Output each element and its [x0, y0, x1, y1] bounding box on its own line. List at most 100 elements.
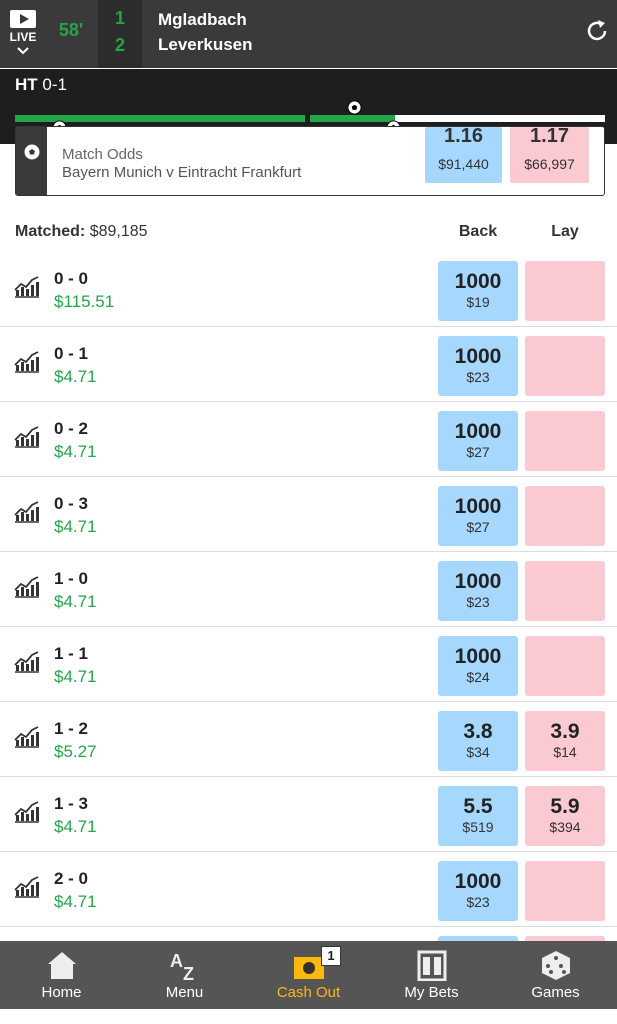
live-button[interactable]: LIVE — [8, 8, 38, 60]
runner-profit: $4.71 — [54, 817, 97, 836]
lay-price-button[interactable] — [525, 411, 605, 471]
second-half-elapsed-bar — [310, 115, 395, 122]
second-half-remaining-bar — [395, 115, 605, 122]
lay-price-button[interactable]: 3.9 $14 — [525, 711, 605, 771]
runner-row[interactable]: 0 - 3 $4.71 1000 $27 — [0, 477, 617, 552]
lay-volume: $66,997 — [524, 156, 575, 172]
event-name: Bayern Munich v Eintracht Frankfurt — [62, 164, 302, 181]
back-price-button[interactable]: 5.5 $519 — [438, 786, 518, 846]
nav-menu-label: Menu — [165, 984, 204, 1001]
chart-icon[interactable] — [14, 574, 40, 598]
svg-text:A: A — [170, 951, 183, 971]
runner-row[interactable]: 0 - 2 $4.71 1000 $27 — [0, 402, 617, 477]
back-volume: $19 — [466, 294, 490, 310]
lay-price-button[interactable] — [525, 561, 605, 621]
live-label: LIVE — [9, 30, 37, 44]
home-score: 1 — [114, 8, 125, 28]
nav-mybets-label: My Bets — [404, 984, 459, 1001]
nav-games[interactable]: Games — [494, 941, 617, 1009]
back-odds: 1000 — [454, 870, 502, 893]
runner-profit: $4.71 — [54, 367, 97, 386]
runner-row[interactable]: 0 - 0 $115.51 1000 $19 — [0, 252, 617, 327]
runner-profit: $4.71 — [54, 442, 97, 461]
back-odds: 3.8 — [463, 720, 493, 743]
runner-profit: $5.27 — [54, 742, 97, 761]
nav-cashout[interactable]: 1 Cash Out — [247, 941, 370, 1009]
runner-name: 1 - 2 — [54, 719, 89, 738]
back-odds: 1000 — [454, 645, 502, 668]
event-market-name: Match Odds — [62, 146, 143, 163]
matched-amount: Matched: $89,185 — [15, 223, 148, 240]
nav-mybets[interactable]: My Bets — [370, 941, 493, 1009]
back-price-button[interactable]: 1000 $27 — [438, 486, 518, 546]
mybets-icon — [417, 950, 447, 981]
back-volume: $24 — [466, 669, 490, 685]
back-odds: 1000 — [454, 345, 502, 368]
back-volume: $23 — [466, 369, 490, 385]
back-price-button[interactable]: 1000 $24 — [438, 636, 518, 696]
back-volume: $519 — [462, 819, 494, 835]
chart-icon[interactable] — [14, 499, 40, 523]
match-header: LIVE 58' 1 2 Mgladbach Leverkusen — [0, 0, 617, 68]
runner-name: 1 - 0 — [54, 569, 89, 588]
nav-games-label: Games — [531, 984, 580, 1001]
back-price-button[interactable]: 1000 $23 — [438, 861, 518, 921]
nav-home-label: Home — [41, 984, 82, 1001]
runner-name: 0 - 1 — [54, 344, 89, 363]
runner-row[interactable]: 1 - 1 $4.71 1000 $24 — [0, 627, 617, 702]
chart-icon[interactable] — [14, 274, 40, 298]
back-price-button[interactable]: 1000 $19 — [438, 261, 518, 321]
event-lay-price[interactable]: 1.17 $66,997 — [510, 127, 589, 183]
back-odds: 1000 — [454, 270, 502, 293]
back-odds: 5.5 — [463, 795, 493, 818]
chart-icon[interactable] — [14, 349, 40, 373]
chart-icon[interactable] — [14, 724, 40, 748]
football-icon — [24, 144, 40, 160]
chart-icon[interactable] — [14, 874, 40, 898]
back-price-button[interactable]: 1000 $27 — [438, 411, 518, 471]
home-team: Mgladbach — [158, 10, 247, 29]
back-volume: $91,440 — [438, 156, 489, 172]
refresh-icon[interactable] — [584, 18, 610, 44]
play-icon — [10, 10, 36, 28]
lay-volume: $14 — [553, 744, 577, 760]
event-back-price[interactable]: 1.16 $91,440 — [425, 127, 502, 183]
away-team: Leverkusen — [158, 35, 253, 54]
runner-profit: $4.71 — [54, 892, 97, 911]
lay-price-button[interactable] — [525, 486, 605, 546]
lay-volume: $394 — [549, 819, 581, 835]
lay-price-button[interactable] — [525, 336, 605, 396]
lay-price-button[interactable] — [525, 261, 605, 321]
half-time-score: HT 0-1 — [15, 75, 67, 94]
nav-cashout-label: Cash Out — [276, 984, 341, 1001]
back-volume: $23 — [466, 894, 490, 910]
chart-icon[interactable] — [14, 649, 40, 673]
runner-row[interactable]: 1 - 2 $5.27 3.8 $34 3.9 $14 — [0, 702, 617, 777]
back-price-button[interactable]: 1000 $23 — [438, 561, 518, 621]
lay-price-button[interactable] — [525, 861, 605, 921]
back-price-button[interactable]: 3.8 $34 — [438, 711, 518, 771]
back-volume: $27 — [466, 519, 490, 535]
lay-odds: 1.17 — [530, 126, 569, 147]
chart-icon[interactable] — [14, 799, 40, 823]
back-odds: 1000 — [454, 495, 502, 518]
back-price-button[interactable]: 1000 $23 — [438, 336, 518, 396]
runner-row[interactable]: 0 - 1 $4.71 1000 $23 — [0, 327, 617, 402]
runner-row[interactable]: 2 - 0 $4.71 1000 $23 — [0, 852, 617, 927]
back-volume: $27 — [466, 444, 490, 460]
back-odds: 1000 — [454, 570, 502, 593]
away-score: 2 — [114, 35, 125, 55]
games-icon — [542, 951, 570, 980]
runner-name: 0 - 0 — [54, 269, 89, 288]
chart-icon[interactable] — [14, 424, 40, 448]
event-card[interactable]: Match Odds Bayern Munich v Eintracht Fra… — [15, 126, 605, 196]
nav-menu[interactable]: A Z Menu — [123, 941, 246, 1009]
runner-profit: $4.71 — [54, 517, 97, 536]
score-box: 1 2 — [98, 0, 142, 68]
runner-row[interactable]: 1 - 0 $4.71 1000 $23 — [0, 552, 617, 627]
lay-price-button[interactable] — [525, 636, 605, 696]
lay-price-button[interactable]: 5.9 $394 — [525, 786, 605, 846]
runner-row[interactable]: 1 - 3 $4.71 5.5 $519 5.9 $394 — [0, 777, 617, 852]
az-icon: A Z — [170, 951, 194, 981]
nav-home[interactable]: Home — [0, 941, 123, 1009]
